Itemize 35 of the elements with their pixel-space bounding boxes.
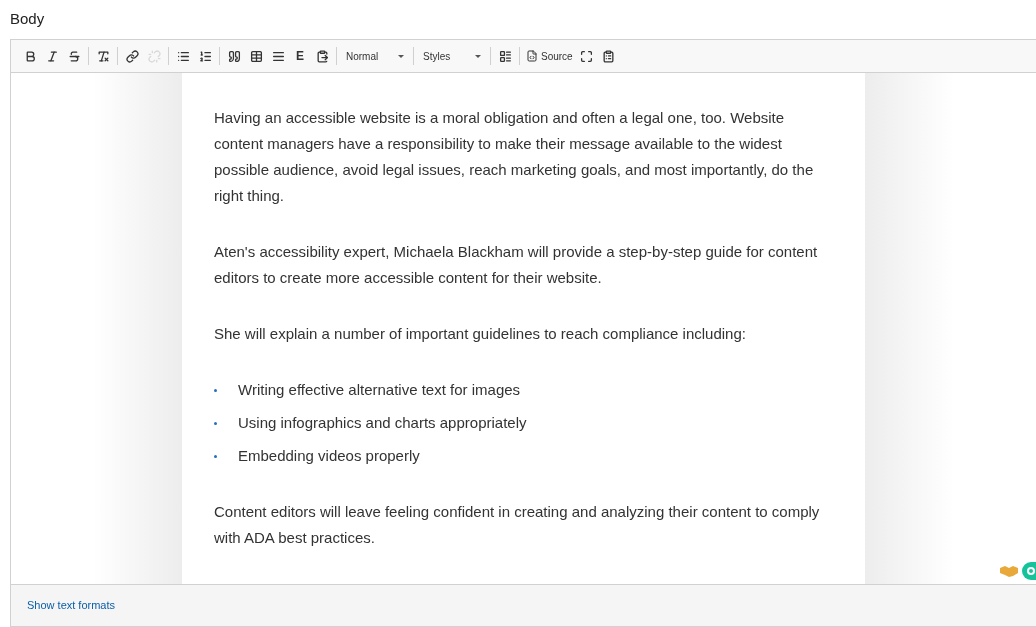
bulleted-list-icon: [176, 49, 190, 63]
link-icon: [125, 49, 139, 63]
bullet-icon: [214, 421, 217, 425]
bullet-icon: [214, 388, 217, 392]
field-label: Body: [9, 9, 46, 29]
grammar-check-icon: [1022, 562, 1036, 580]
handshake-icon: [1000, 565, 1018, 577]
show-text-formats-link[interactable]: Show text formats: [27, 597, 116, 614]
quote-icon: [227, 49, 241, 63]
clipboard-icon: [602, 49, 616, 63]
horizontal-lines-icon: [271, 49, 285, 63]
paragraph: Aten's accessibility expert, Michaela Blackham will provide a step-by-step guide for content editors to create more accessible content for their website.: [214, 242, 819, 288]
paragraph: She will explain a number of important guidelines to reach compliance including:: [214, 324, 747, 344]
unlink-icon: [147, 49, 161, 63]
table-icon: [249, 49, 263, 63]
show-blocks-icon: [498, 49, 512, 63]
paragraph: Having an accessible website is a moral obligation and often a legal one, too. Website content managers have a responsibility to make their message available to the widest possible audience, avoid legal issues, reach marketing goals, and most importantly, do the right thing.: [214, 108, 815, 206]
paste-icon: [315, 49, 329, 63]
list-item: Embedding videos properly: [238, 446, 420, 466]
source-button[interactable]: Source: [523, 44, 576, 68]
caret-icon: [398, 54, 404, 58]
remove-format-icon: [96, 49, 110, 63]
maximize-icon: [580, 49, 594, 63]
bullet-icon: [214, 454, 217, 458]
format-dropdown[interactable]: Normal: [340, 44, 410, 68]
caret-icon: [475, 54, 481, 58]
italic-icon: [45, 49, 59, 63]
strikethrough-icon: [67, 49, 81, 63]
list-item: Using infographics and charts appropriately: [238, 413, 527, 433]
format-dropdown[interactable]: Styles: [417, 44, 487, 68]
numbered-list-icon: [198, 49, 212, 63]
paragraph: Content editors will leave feeling confident in creating and analyzing their content to comply with ADA best practices.: [214, 502, 821, 548]
toolbar-button[interactable]: E: [289, 44, 311, 68]
code-file-icon: [526, 50, 538, 62]
list-item: Writing effective alternative text for images: [238, 380, 521, 400]
